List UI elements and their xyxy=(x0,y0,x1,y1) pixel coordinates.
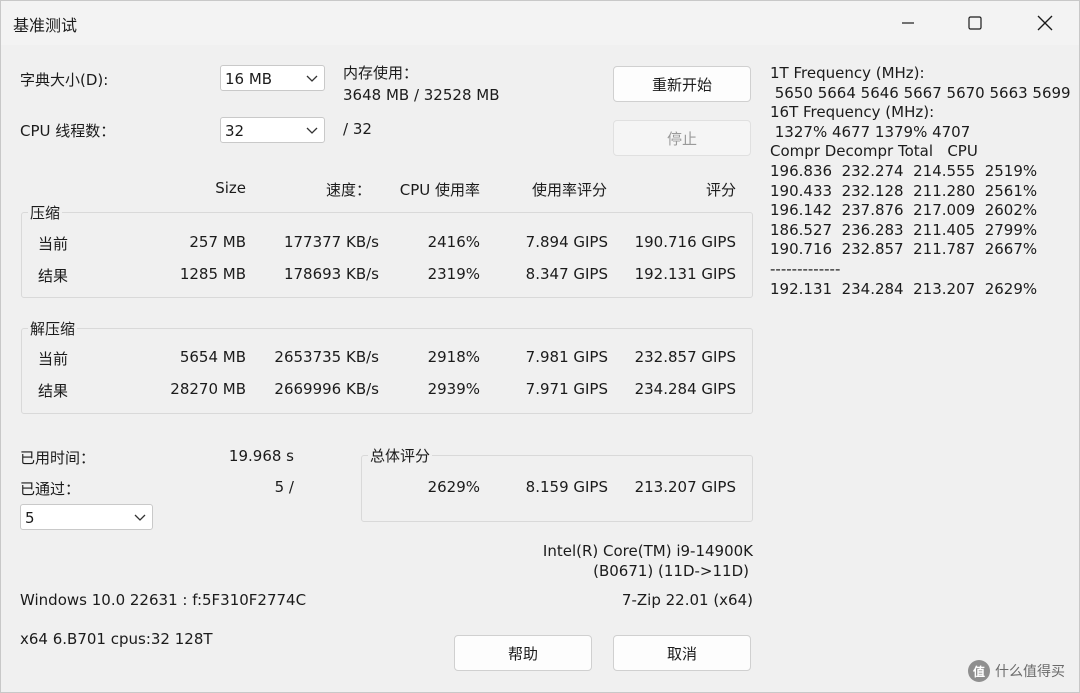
compress-current-cpu: 2416% xyxy=(427,233,480,251)
col-rating-usage: 使用率评分 xyxy=(531,181,607,199)
help-button[interactable]: 帮助 xyxy=(454,635,592,671)
passes-select[interactable]: 5 xyxy=(20,504,153,530)
chevron-down-icon xyxy=(306,127,318,134)
decompress-result-cpu: 2939% xyxy=(427,380,480,398)
zip-version: 7-Zip 22.01 (x64) xyxy=(621,591,753,609)
benchmark-window: 基准测试 字典大小(D): 16 MB 内存使用： 3648 MB / 3252… xyxy=(0,0,1080,693)
cancel-button[interactable]: 取消 xyxy=(613,635,751,671)
passes-value: 5 / xyxy=(274,478,294,496)
log-line: 190.433 232.128 211.280 2561% xyxy=(770,181,1038,200)
decompress-result-label: 结果 xyxy=(38,382,69,400)
maximize-button[interactable] xyxy=(942,1,1008,45)
compress-result-rating-usage: 8.347 GIPS xyxy=(525,265,608,283)
cpu-stepping: (B0671) (11D->11D) xyxy=(593,562,749,580)
minimize-icon xyxy=(902,22,914,24)
dict-size-value: 16 MB xyxy=(225,70,273,88)
total-rating-usage: 8.159 GIPS xyxy=(525,478,608,496)
decompress-result-rating: 234.284 GIPS xyxy=(634,380,736,398)
restart-button[interactable]: 重新开始 xyxy=(613,66,751,102)
maximize-icon xyxy=(968,16,982,30)
close-button[interactable] xyxy=(1012,1,1078,45)
minimize-button[interactable] xyxy=(875,1,941,45)
log-line: 1327% 4677 1379% 4707 xyxy=(770,122,971,141)
compress-current-label: 当前 xyxy=(38,235,69,253)
benchmark-log: 1T Frequency (MHz): 5650 5664 5646 5667 … xyxy=(770,64,1071,299)
log-line: 192.131 234.284 213.207 2629% xyxy=(770,279,1038,298)
log-line: ------------- xyxy=(770,259,841,278)
watermark-text: 什么值得买 xyxy=(995,664,1065,680)
compress-current-rating: 190.716 GIPS xyxy=(634,233,736,251)
decompress-current-cpu: 2918% xyxy=(427,348,480,366)
log-line: 186.527 236.283 211.405 2799% xyxy=(770,220,1038,239)
log-line: 190.716 232.857 211.787 2667% xyxy=(770,240,1038,259)
dict-size-select[interactable]: 16 MB xyxy=(220,65,325,91)
decompress-current-label: 当前 xyxy=(38,350,69,368)
chevron-down-icon xyxy=(306,75,318,82)
compress-result-size: 1285 MB xyxy=(179,265,246,283)
cpu-threads-value: 32 xyxy=(225,122,245,140)
total-rating: 213.207 GIPS xyxy=(634,478,736,496)
os-info: Windows 10.0 22631 : f:5F310F2774C xyxy=(20,591,307,609)
close-icon xyxy=(1037,15,1053,31)
memory-usage-label: 内存使用： xyxy=(343,64,419,82)
log-line: Compr Decompr Total CPU xyxy=(770,142,978,161)
arch-info: x64 6.B701 cpus:32 128T xyxy=(20,630,213,648)
compress-result-speed: 178693 KB/s xyxy=(283,265,379,283)
compress-current-speed: 177377 KB/s xyxy=(283,233,379,251)
compress-current-rating-usage: 7.894 GIPS xyxy=(525,233,608,251)
elapsed-time-label: 已用时间： xyxy=(20,449,96,467)
cpu-threads-label: CPU 线程数： xyxy=(20,122,116,140)
passes-select-value: 5 xyxy=(25,509,35,527)
decompress-legend: 解压缩 xyxy=(28,318,78,339)
compress-result-cpu: 2319% xyxy=(427,265,480,283)
total-rating-legend: 总体评分 xyxy=(368,445,433,466)
compress-result-label: 结果 xyxy=(38,267,69,285)
elapsed-time-value: 19.968 s xyxy=(228,447,294,465)
compress-current-size: 257 MB xyxy=(189,233,246,251)
decompress-result-size: 28270 MB xyxy=(170,380,246,398)
cpu-threads-max: / 32 xyxy=(343,120,372,138)
log-line: 16T Frequency (MHz): xyxy=(770,103,935,122)
log-line: 196.142 237.876 217.009 2602% xyxy=(770,201,1038,220)
col-speed: 速度： xyxy=(325,181,371,199)
stop-button[interactable]: 停止 xyxy=(613,120,751,156)
decompress-result-speed: 2669996 KB/s xyxy=(274,380,379,398)
decompress-result-rating-usage: 7.971 GIPS xyxy=(525,380,608,398)
compress-legend: 压缩 xyxy=(28,202,63,223)
log-line: 196.836 232.274 214.555 2519% xyxy=(770,161,1038,180)
memory-usage-value: 3648 MB / 32528 MB xyxy=(343,86,500,104)
decompress-current-rating: 232.857 GIPS xyxy=(634,348,736,366)
total-cpu: 2629% xyxy=(427,478,480,496)
decompress-group: 解压缩 xyxy=(21,318,753,414)
col-size: Size xyxy=(215,179,246,197)
col-cpu-usage: CPU 使用率 xyxy=(399,181,480,199)
decompress-current-size: 5654 MB xyxy=(179,348,246,366)
compress-result-rating: 192.131 GIPS xyxy=(634,265,736,283)
dict-size-label: 字典大小(D): xyxy=(20,71,109,89)
cpu-model: Intel(R) Core(TM) i9-14900K xyxy=(542,542,753,560)
passes-label: 已通过： xyxy=(20,480,81,498)
window-title: 基准测试 xyxy=(13,16,78,35)
chevron-down-icon xyxy=(134,514,146,521)
cpu-threads-select[interactable]: 32 xyxy=(220,117,325,143)
watermark-logo: 值 xyxy=(968,660,990,682)
title-bar: 基准测试 xyxy=(1,1,1079,45)
col-rating: 评分 xyxy=(705,181,736,199)
log-line: 5650 5664 5646 5667 5670 5663 5699 xyxy=(770,83,1071,102)
compress-group: 压缩 xyxy=(21,202,753,298)
log-line: 1T Frequency (MHz): xyxy=(770,64,925,82)
decompress-current-speed: 2653735 KB/s xyxy=(274,348,379,366)
decompress-current-rating-usage: 7.981 GIPS xyxy=(525,348,608,366)
watermark: 值 什么值得买 xyxy=(968,660,1065,682)
